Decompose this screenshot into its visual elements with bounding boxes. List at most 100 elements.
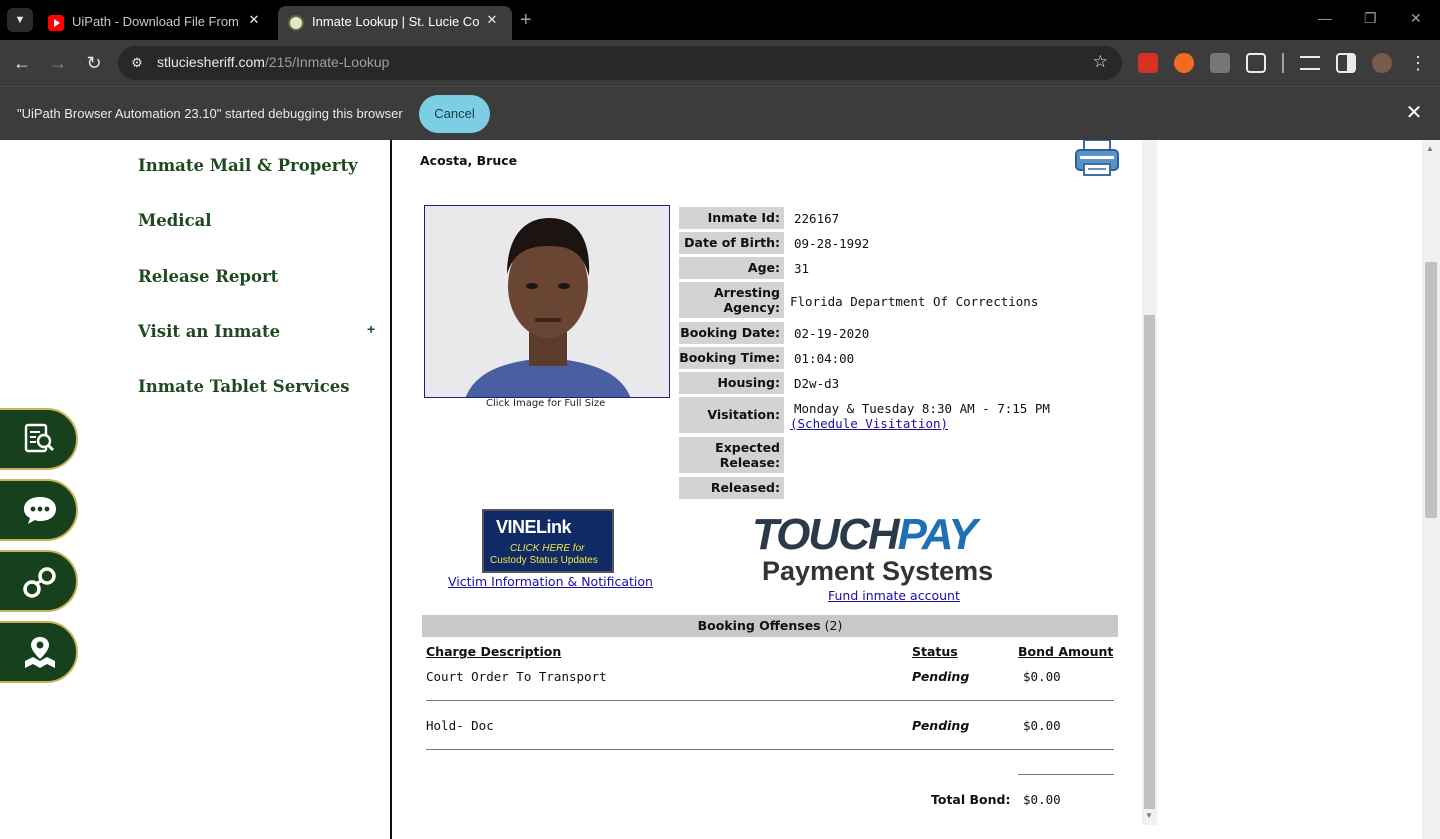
sidebar-item-release-report[interactable]: Release Report <box>138 267 278 286</box>
browser-tab-inmate-lookup[interactable]: Inmate Lookup | St. Lucie Co Sh ✕ <box>278 6 512 40</box>
tab-title: UiPath - Download File From UI <box>72 14 240 29</box>
fund-inmate-account-link[interactable]: Fund inmate account <box>828 588 960 603</box>
debugging-infobar: "UiPath Browser Automation 23.10" starte… <box>0 86 1440 140</box>
map-pin-icon <box>25 637 55 668</box>
value-booking-date: 02-19-2020 <box>794 326 870 341</box>
offense-bond: $0.00 <box>1023 718 1061 733</box>
close-tab-icon[interactable]: ✕ <box>246 12 262 28</box>
tab-search-dropdown-icon[interactable]: ▼ <box>7 8 33 32</box>
sidebar-item-visit-inmate[interactable]: Visit an Inmate <box>138 322 280 341</box>
touchpay-logo-pay: PAY <box>897 510 978 559</box>
touchpay-logo[interactable]: TOUCHPAY <box>752 510 978 560</box>
scroll-up-arrow-icon[interactable]: ▲ <box>1426 144 1434 153</box>
close-tab-icon[interactable]: ✕ <box>484 12 500 28</box>
offense-bond: $0.00 <box>1023 669 1061 684</box>
sidebar-item-tablet-services[interactable]: Inmate Tablet Services <box>138 377 350 396</box>
label-inmate-id: Inmate Id: <box>679 207 784 229</box>
site-info-icon[interactable]: ⚙ <box>128 54 146 72</box>
offense-status: Pending <box>912 669 970 684</box>
touchpay-subtitle: Payment Systems <box>762 556 994 586</box>
chat-icon <box>24 497 56 524</box>
value-arresting-agency: Florida Department Of Corrections <box>790 294 1039 309</box>
label-housing: Housing: <box>679 372 784 394</box>
value-housing: D2w-d3 <box>794 376 840 391</box>
handcuffs-button[interactable] <box>0 550 78 612</box>
printer-icon[interactable] <box>1074 140 1120 178</box>
debugging-message: "UiPath Browser Automation 23.10" starte… <box>17 106 403 121</box>
vinelink-banner[interactable]: VINELink CLICK HERE for Custody Status U… <box>482 509 614 573</box>
sheriff-badge-icon <box>288 15 304 31</box>
url-path: /215/Inmate-Lookup <box>264 54 390 70</box>
label-booking-date: Booking Date: <box>679 322 784 344</box>
label-dob: Date of Birth: <box>679 232 784 254</box>
youtube-extension-icon[interactable] <box>1138 53 1158 73</box>
bookmark-star-icon[interactable]: ☆ <box>1093 52 1108 72</box>
forward-icon[interactable]: → <box>46 51 70 75</box>
profile-avatar[interactable] <box>1372 53 1392 73</box>
label-expected-release: Expected Release: <box>679 437 784 473</box>
value-visitation: Monday & Tuesday 8:30 AM - 7:15 PM <box>794 401 1050 416</box>
photo-caption: Click Image for Full Size <box>486 398 606 409</box>
browser-tab-uipath[interactable]: UiPath - Download File From UI ✕ <box>38 6 274 40</box>
schedule-visitation-link[interactable]: (Schedule Visitation) <box>790 416 948 431</box>
row-divider <box>426 749 1114 750</box>
scroll-down-arrow-icon[interactable]: ▼ <box>1145 811 1153 820</box>
robot-extension-icon[interactable] <box>1210 53 1230 73</box>
offense-charge: Court Order To Transport <box>426 669 607 684</box>
document-search-button[interactable] <box>0 408 78 470</box>
map-location-button[interactable] <box>0 621 78 683</box>
inmate-detail-panel: Acosta, Bruce Click Image for Full Size <box>392 140 1142 839</box>
vinelink-click-here: CLICK HERE for <box>510 543 585 554</box>
booking-offenses-header: Booking Offenses (2) <box>422 615 1118 637</box>
touchpay-logo-touch: TOUCH <box>752 510 900 559</box>
vinelink-logo: VINELink <box>496 517 572 537</box>
chrome-menu-icon[interactable]: ⋮ <box>1406 51 1430 75</box>
label-booking-time: Booking Time: <box>679 347 784 369</box>
extensions-puzzle-icon[interactable] <box>1246 53 1266 73</box>
row-divider <box>426 700 1114 701</box>
value-booking-time: 01:04:00 <box>794 351 855 366</box>
back-icon[interactable]: ← <box>10 51 34 75</box>
address-bar[interactable]: ⚙ stluciesheriff.com/215/Inmate-Lookup ☆ <box>118 46 1122 80</box>
browser-toolbar: ← → ↻ ⚙ stluciesheriff.com/215/Inmate-Lo… <box>0 40 1440 86</box>
restore-icon[interactable]: ❐ <box>1364 10 1377 27</box>
total-bond-value: $0.00 <box>1023 792 1061 807</box>
sidebar-item-inmate-mail[interactable]: Inmate Mail & Property <box>138 156 358 175</box>
total-bond-label: Total Bond: <box>931 792 1011 807</box>
column-bond-amount: Bond Amount <box>1018 644 1114 659</box>
page-scrollbar-thumb[interactable] <box>1425 262 1437 518</box>
sidebar-item-medical[interactable]: Medical <box>138 211 212 230</box>
youtube-icon <box>48 15 64 31</box>
media-queue-icon[interactable] <box>1300 56 1320 70</box>
page-viewport: Inmate Mail & Property Medical Release R… <box>0 140 1440 839</box>
label-age: Age: <box>679 257 784 279</box>
expand-plus-icon[interactable]: + <box>367 321 375 337</box>
minimize-icon[interactable]: — <box>1318 10 1332 26</box>
url-text[interactable]: stluciesheriff.com/215/Inmate-Lookup <box>157 54 389 70</box>
url-host: stluciesheriff.com <box>157 54 265 70</box>
chat-button[interactable] <box>0 479 78 541</box>
value-inmate-id: 226167 <box>794 211 840 226</box>
side-panel-icon[interactable] <box>1336 53 1356 73</box>
right-panel <box>1157 140 1422 839</box>
window-close-icon[interactable]: ✕ <box>1410 10 1422 27</box>
cancel-debugging-button[interactable]: Cancel <box>419 95 490 133</box>
content-scrollbar-thumb[interactable] <box>1144 315 1155 809</box>
uipath-extension-icon[interactable] <box>1174 53 1194 73</box>
offense-status: Pending <box>912 718 970 733</box>
mugshot-image <box>425 206 669 397</box>
label-released: Released: <box>679 477 784 499</box>
label-arresting-agency: Arresting Agency: <box>679 282 784 318</box>
reload-icon[interactable]: ↻ <box>82 51 106 75</box>
value-age: 31 <box>794 261 810 276</box>
column-charge-description: Charge Description <box>426 644 562 659</box>
victim-information-link[interactable]: Victim Information & Notification <box>448 574 653 589</box>
label-visitation: Visitation: <box>679 397 784 433</box>
inmate-photo[interactable] <box>424 205 670 398</box>
tab-title: Inmate Lookup | St. Lucie Co Sh <box>312 14 480 29</box>
close-infobar-icon[interactable]: ✕ <box>1404 103 1424 123</box>
offenses-count: (2) <box>824 618 843 633</box>
browser-tab-bar: ▼ UiPath - Download File From UI ✕ Inmat… <box>0 0 1440 40</box>
new-tab-icon[interactable]: + <box>520 8 532 32</box>
document-search-icon <box>24 423 55 453</box>
